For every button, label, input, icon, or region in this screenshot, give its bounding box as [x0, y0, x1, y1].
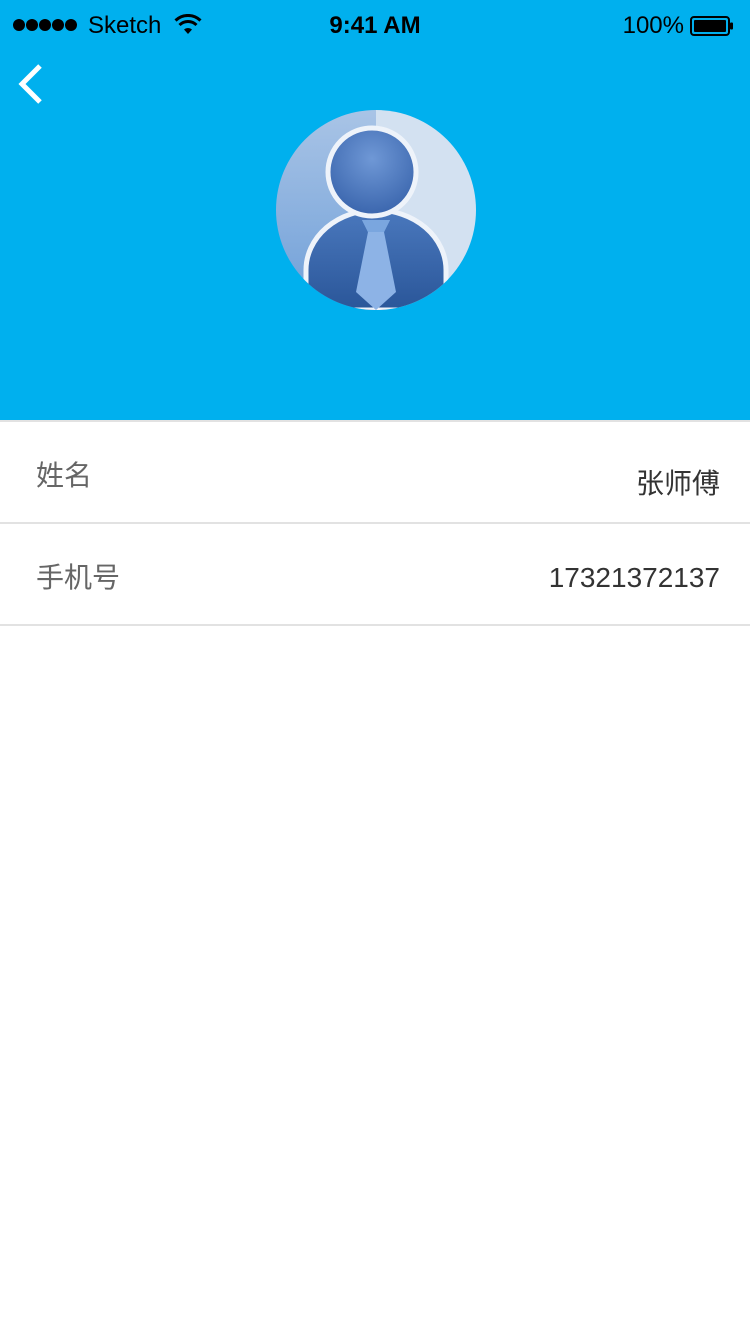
avatar[interactable] — [276, 110, 476, 310]
content-area — [0, 626, 750, 1334]
chevron-left-icon — [18, 64, 42, 104]
battery-icon — [690, 16, 733, 36]
profile-header: Sketch 9:41 AM 100% — [0, 0, 750, 420]
list-item-name[interactable]: 姓名 张师傅 — [0, 422, 750, 522]
name-value: 张师傅 — [635, 468, 720, 499]
list-item-phone[interactable]: 手机号 17321372137 — [0, 524, 750, 624]
name-label: 姓名 — [36, 460, 93, 491]
battery-percent: 100% — [622, 12, 684, 39]
phone-label: 手机号 — [36, 562, 121, 593]
back-button[interactable] — [10, 58, 54, 112]
status-bar: Sketch 9:41 AM 100% — [0, 0, 750, 52]
phone-value: 17321372137 — [548, 562, 720, 593]
profile-info-list: 姓名 张师傅 手机号 17321372137 — [0, 420, 750, 626]
user-avatar-icon — [276, 110, 476, 310]
